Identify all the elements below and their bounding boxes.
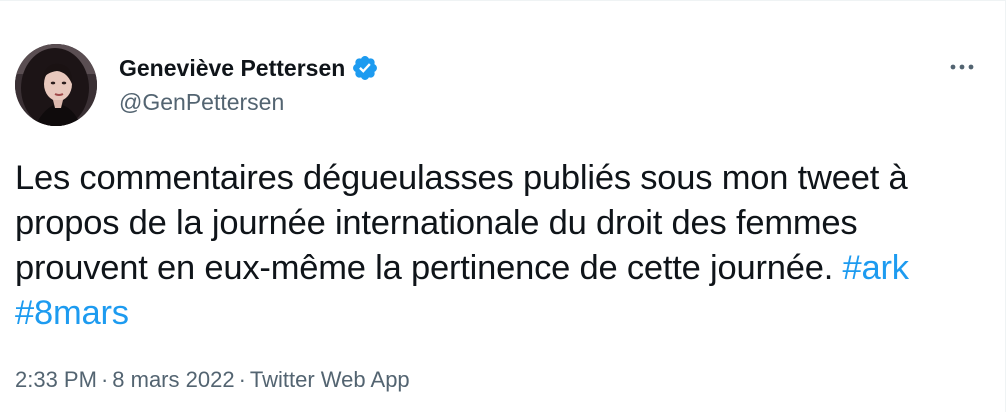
separator-dot: ·: [100, 367, 109, 392]
separator-dot: ·: [238, 367, 246, 392]
avatar-image: [15, 44, 97, 126]
more-options-button[interactable]: [944, 55, 980, 79]
tweet-text-body: Les commentaires dégueulasses publiés so…: [15, 159, 908, 287]
verified-badge-icon: [351, 54, 379, 82]
tweet-date[interactable]: 8 mars 2022: [112, 367, 234, 392]
tweet-text: Les commentaires dégueulasses publiés so…: [15, 156, 975, 336]
author-name-row: Geneviève Pettersen: [119, 54, 379, 82]
hashtag-link[interactable]: #8mars: [15, 294, 129, 332]
more-horizontal-icon: [950, 64, 974, 70]
author-display-name[interactable]: Geneviève Pettersen: [119, 55, 345, 82]
tweet-time[interactable]: 2:33 PM: [15, 367, 97, 392]
tweet-source[interactable]: Twitter Web App: [250, 367, 410, 392]
hashtag-link[interactable]: #ark: [843, 249, 910, 287]
avatar[interactable]: [15, 44, 97, 126]
tweet-card: Geneviève Pettersen @GenPettersen Les co…: [0, 0, 1006, 412]
tweet-metadata: 2:33 PM · 8 mars 2022 · Twitter Web App: [15, 367, 410, 393]
author-handle[interactable]: @GenPettersen: [119, 89, 284, 116]
